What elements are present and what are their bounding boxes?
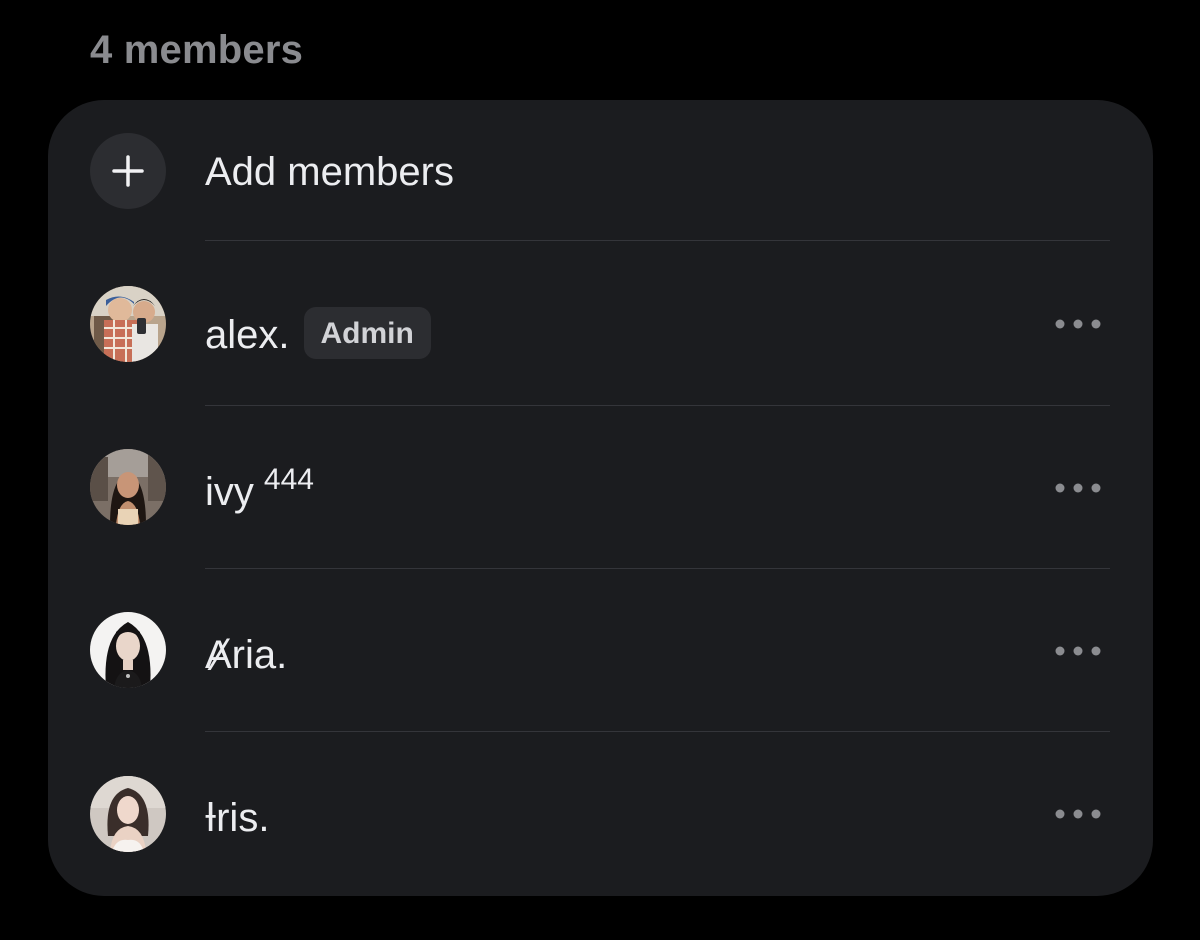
avatar[interactable] [90,776,166,852]
plus-icon [112,155,144,187]
admin-badge: Admin [303,307,431,359]
members-count-heading: 4 members [90,28,304,72]
member-name-label: Ɨris. [205,798,269,838]
member-more-button[interactable] [1050,478,1106,498]
member-more-button[interactable] [1050,314,1106,334]
member-row-alex[interactable]: alex. Admin [48,241,1153,391]
member-name: ivy [205,470,254,514]
member-row-iris[interactable]: Ɨris. [48,732,1153,882]
members-card: Add members alex. Admin ivy 444 Ⱥria. Ɨr… [48,100,1153,896]
member-name: Ⱥria. [205,633,288,677]
member-name-label: Ⱥria. [205,635,287,675]
member-row-aria[interactable]: Ⱥria. [48,569,1153,719]
avatar-photo-image [90,449,166,525]
ellipsis-icon [1055,646,1101,656]
member-row-ivy[interactable]: ivy 444 [48,406,1153,556]
member-name-label: alex. Admin [205,307,431,359]
member-more-button[interactable] [1050,641,1106,661]
avatar[interactable] [90,286,166,362]
ellipsis-icon [1055,809,1101,819]
member-more-button[interactable] [1050,804,1106,824]
member-name-label: ivy 444 [205,465,314,514]
ellipsis-icon [1055,319,1101,329]
add-members-row[interactable]: Add members [48,100,1153,250]
avatar[interactable] [90,612,166,688]
members-screen: 4 members Add members alex. Admin ivy 44… [0,0,1200,940]
member-name: Ɨris. [205,796,270,840]
member-name: alex. [205,313,290,357]
add-members-button[interactable] [90,133,166,209]
avatar[interactable] [90,449,166,525]
avatar-photo-image [90,776,166,852]
member-name-suffix: 444 [263,463,314,496]
add-members-label: Add members [205,150,454,194]
ellipsis-icon [1055,483,1101,493]
avatar-photo-image [90,286,166,362]
avatar-photo-image [90,612,166,688]
